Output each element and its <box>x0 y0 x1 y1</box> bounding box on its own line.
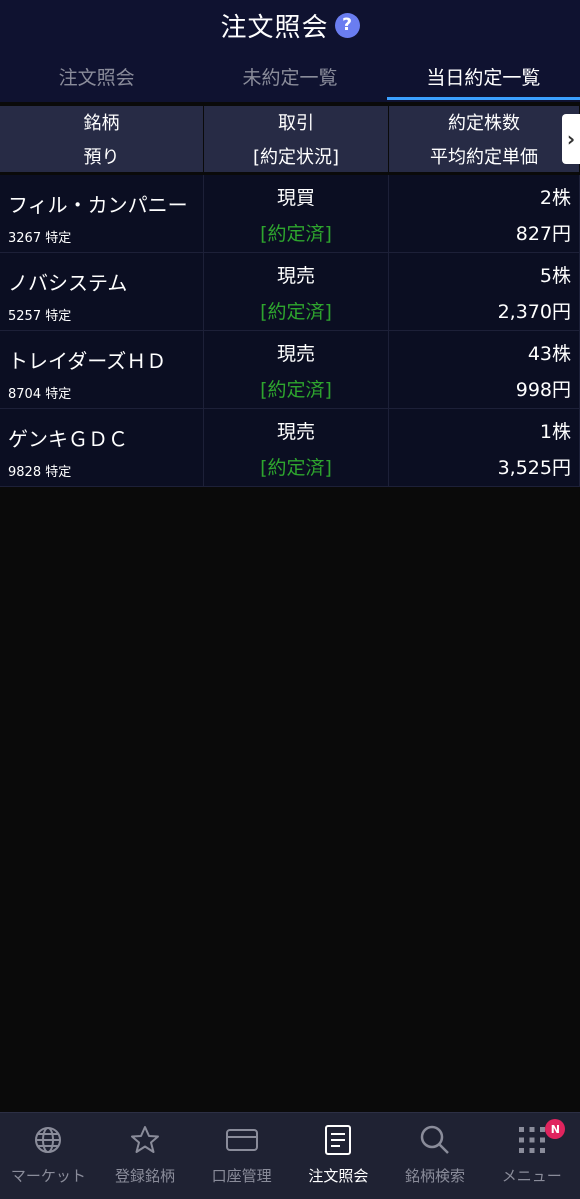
notification-badge: N <box>545 1119 566 1139</box>
tab-today-filled-list[interactable]: 当日約定一覧 <box>386 52 580 100</box>
stock-code-account: 8704 特定 <box>8 387 72 402</box>
column-label-avg-price: 平均約定単価 <box>430 147 538 168</box>
column-label-account: 預り <box>83 147 120 168</box>
document-icon <box>321 1123 355 1157</box>
title-row: 注文照会 ? <box>0 0 580 50</box>
stock-cell: ゲンキＧＤＣ 9828 特定 <box>0 409 204 486</box>
filled-quantity: 1株 <box>539 421 571 443</box>
quantity-cell: 1株 3,525円 <box>389 409 580 486</box>
table-row[interactable]: ノバシステム 5257 特定 現売 [約定済] 5株 2,370円 <box>0 253 580 331</box>
column-label-status: [約定状況] <box>252 147 340 168</box>
execution-status: [約定済] <box>260 223 332 245</box>
trade-type: 現売 <box>276 343 315 365</box>
help-icon[interactable]: ? <box>334 12 360 38</box>
filled-quantity: 5株 <box>539 265 571 287</box>
scroll-right-icon[interactable]: › <box>562 114 580 164</box>
card-icon <box>225 1123 259 1157</box>
grid-icon <box>515 1123 549 1157</box>
trade-cell: 現買 [約定済] <box>204 175 389 252</box>
column-header-trade: 取引 [約定状況] <box>204 106 389 172</box>
trade-cell: 現売 [約定済] <box>204 253 389 330</box>
stock-code-account: 3267 特定 <box>8 231 72 246</box>
nav-stock-search[interactable]: 銘柄検索 <box>387 1113 484 1199</box>
nav-label-market: マーケット <box>10 1167 86 1185</box>
stock-name: ノバシステム <box>8 271 128 295</box>
star-icon <box>128 1123 162 1157</box>
nav-watchlist[interactable]: 登録銘柄 <box>97 1113 194 1199</box>
trade-cell: 現売 [約定済] <box>204 331 389 408</box>
stock-code-account: 9828 特定 <box>8 465 72 480</box>
trade-cell: 現売 [約定済] <box>204 409 389 486</box>
bottom-navigation: マーケット 登録銘柄 口座管理 注文照会 銘柄検索 N メニュー <box>0 1112 580 1199</box>
column-label-quantity: 約定株数 <box>448 113 520 134</box>
execution-status: [約定済] <box>260 301 332 323</box>
quantity-cell: 43株 998円 <box>389 331 580 408</box>
app-root: 注文照会 ? 注文照会 未約定一覧 当日約定一覧 銘柄 預り 取引 [約定状況]… <box>0 0 580 1199</box>
filled-quantity: 43株 <box>527 343 571 365</box>
execution-status: [約定済] <box>260 379 332 401</box>
stock-cell: フィル・カンパニー 3267 特定 <box>0 175 204 252</box>
table-row[interactable]: ゲンキＧＤＣ 9828 特定 現売 [約定済] 1株 3,525円 <box>0 409 580 487</box>
column-label-stock: 銘柄 <box>83 113 120 134</box>
execution-list: フィル・カンパニー 3267 特定 現買 [約定済] 2株 827円 ノバシステ… <box>0 175 580 487</box>
filled-quantity: 2株 <box>539 187 571 209</box>
trade-type: 現売 <box>276 265 315 287</box>
nav-account[interactable]: 口座管理 <box>193 1113 290 1199</box>
column-header-quantity: 約定株数 平均約定単価 <box>389 106 580 172</box>
stock-cell: ノバシステム 5257 特定 <box>0 253 204 330</box>
column-label-trade: 取引 <box>278 113 314 134</box>
page-title: 注文照会 <box>220 12 329 43</box>
stock-cell: トレイダーズＨＤ 8704 特定 <box>0 331 204 408</box>
tab-bar: 注文照会 未約定一覧 当日約定一覧 <box>0 52 580 100</box>
stock-name: フィル・カンパニー <box>8 193 188 217</box>
average-price: 3,525円 <box>497 457 571 479</box>
nav-market[interactable]: マーケット <box>0 1113 97 1199</box>
nav-label-watchlist: 登録銘柄 <box>115 1167 176 1185</box>
nav-label-order-inquiry: 注文照会 <box>308 1167 369 1185</box>
nav-order-inquiry[interactable]: 注文照会 <box>290 1113 387 1199</box>
execution-status: [約定済] <box>260 457 332 479</box>
tab-unfilled-list[interactable]: 未約定一覧 <box>193 52 386 100</box>
nav-label-account: 口座管理 <box>211 1167 272 1185</box>
trade-type: 現買 <box>276 187 315 209</box>
header: 注文照会 ? 注文照会 未約定一覧 当日約定一覧 <box>0 0 580 102</box>
table-row[interactable]: フィル・カンパニー 3267 特定 現買 [約定済] 2株 827円 <box>0 175 580 253</box>
search-icon <box>418 1123 452 1157</box>
tab-order-inquiry[interactable]: 注文照会 <box>0 52 193 100</box>
average-price: 2,370円 <box>497 301 571 323</box>
trade-type: 現売 <box>276 421 315 443</box>
average-price: 827円 <box>515 223 571 245</box>
stock-name: ゲンキＧＤＣ <box>8 427 128 451</box>
nav-menu[interactable]: N メニュー <box>483 1113 580 1199</box>
quantity-cell: 2株 827円 <box>389 175 580 252</box>
nav-label-stock-search: 銘柄検索 <box>405 1167 466 1185</box>
table-header: 銘柄 預り 取引 [約定状況] 約定株数 平均約定単価 › <box>0 106 580 172</box>
table-row[interactable]: トレイダーズＨＤ 8704 特定 現売 [約定済] 43株 998円 <box>0 331 580 409</box>
nav-label-menu: メニュー <box>501 1167 562 1185</box>
stock-code-account: 5257 特定 <box>8 309 72 324</box>
stock-name: トレイダーズＨＤ <box>8 349 167 373</box>
globe-icon <box>31 1123 65 1157</box>
quantity-cell: 5株 2,370円 <box>389 253 580 330</box>
column-header-stock: 銘柄 預り <box>0 106 204 172</box>
average-price: 998円 <box>515 379 571 401</box>
